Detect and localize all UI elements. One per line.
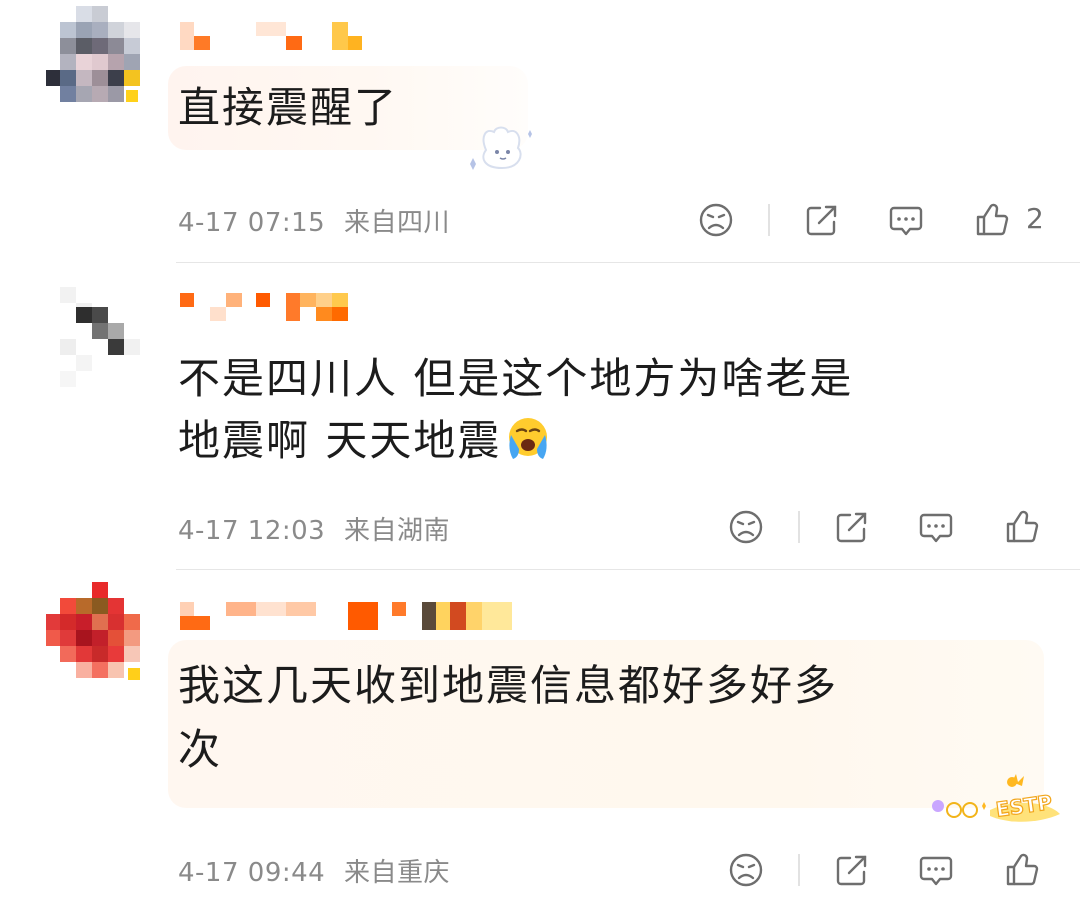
like-icon — [976, 203, 1009, 236]
repost-button[interactable] — [832, 507, 872, 547]
like-icon — [1006, 510, 1039, 543]
estp-badge-icon: ESTP — [932, 774, 1060, 822]
repost-button[interactable] — [832, 850, 872, 890]
comment-icon — [919, 513, 953, 543]
dislike-face-icon — [729, 853, 763, 887]
avatar[interactable] — [46, 6, 144, 116]
like-button[interactable] — [972, 200, 1012, 240]
comment-location: 来自重庆 — [343, 858, 450, 888]
comment-icon — [889, 206, 923, 236]
dislike-button[interactable] — [726, 850, 766, 890]
comment-meta: 4-17 12:03 来自湖南 — [178, 510, 450, 547]
comment-text: 我这几天收到地震信息都好多好多 次 — [178, 658, 838, 778]
action-separator — [768, 204, 770, 236]
comment-location: 来自四川 — [343, 208, 450, 238]
repost-button[interactable] — [802, 200, 842, 240]
like-icon — [1006, 853, 1039, 886]
comment-meta: 4-17 07:15 来自四川 — [178, 202, 450, 239]
comment-text-line-1: 不是四川人 但是这个地方为啥老是 — [178, 354, 854, 403]
dislike-button[interactable] — [726, 507, 766, 547]
like-button[interactable] — [1002, 850, 1042, 890]
comment-button[interactable] — [886, 200, 926, 240]
comment-date: 4-17 09:44 — [178, 858, 326, 888]
comment-location: 来自湖南 — [343, 516, 450, 546]
comment-item: 不是四川人 但是这个地方为啥老是 地震啊 天天地震 4-17 12:03 来自湖… — [0, 263, 1080, 569]
avatar[interactable] — [46, 287, 144, 397]
comment-list: 直接震醒了 4-17 07:15 来自四川 2 不是四川人 但是这个地方为啥老是… — [0, 0, 1080, 912]
repost-icon — [836, 512, 867, 543]
comment-text-line-1: 我这几天收到地震信息都好多好多 — [178, 661, 839, 710]
comment-text-line-2: 次 — [178, 725, 223, 774]
comment-date: 4-17 12:03 — [178, 516, 326, 546]
dislike-button[interactable] — [696, 200, 736, 240]
comment-text: 直接震醒了 — [178, 83, 399, 132]
loudly-crying-face-icon — [509, 418, 548, 459]
repost-icon — [806, 205, 837, 236]
comment-date: 4-17 07:15 — [178, 208, 326, 238]
like-button[interactable] — [1002, 507, 1042, 547]
bunny-sticker-icon — [470, 126, 532, 170]
comment-actions — [726, 507, 1056, 547]
comment-icon — [919, 856, 953, 886]
nickname-redacted[interactable] — [180, 602, 540, 630]
comment-text-line-2-text: 地震啊 天天地震 — [178, 416, 502, 465]
action-separator — [798, 511, 800, 543]
nickname-redacted[interactable] — [180, 22, 540, 50]
comment-actions — [726, 850, 1056, 890]
comment-button[interactable] — [916, 507, 956, 547]
avatar[interactable] — [46, 582, 144, 692]
comment-text: 不是四川人 但是这个地方为啥老是 地震啊 天天地震 — [178, 351, 853, 469]
like-count: 2 — [1026, 202, 1044, 235]
comment-button[interactable] — [916, 850, 956, 890]
comment-item: 直接震醒了 4-17 07:15 来自四川 2 — [0, 0, 1080, 262]
action-separator — [798, 854, 800, 886]
comment-text-line-2: 地震啊 天天地震 — [178, 413, 853, 469]
dislike-face-icon — [729, 510, 763, 544]
nickname-redacted[interactable] — [180, 293, 540, 321]
comment-item: 我这几天收到地震信息都好多好多 次 ESTP 4-17 09:44 来自重庆 — [0, 570, 1080, 912]
dislike-face-icon — [699, 203, 733, 237]
comment-meta: 4-17 09:44 来自重庆 — [178, 852, 450, 889]
repost-icon — [836, 855, 867, 886]
comment-actions: 2 — [696, 200, 1056, 240]
